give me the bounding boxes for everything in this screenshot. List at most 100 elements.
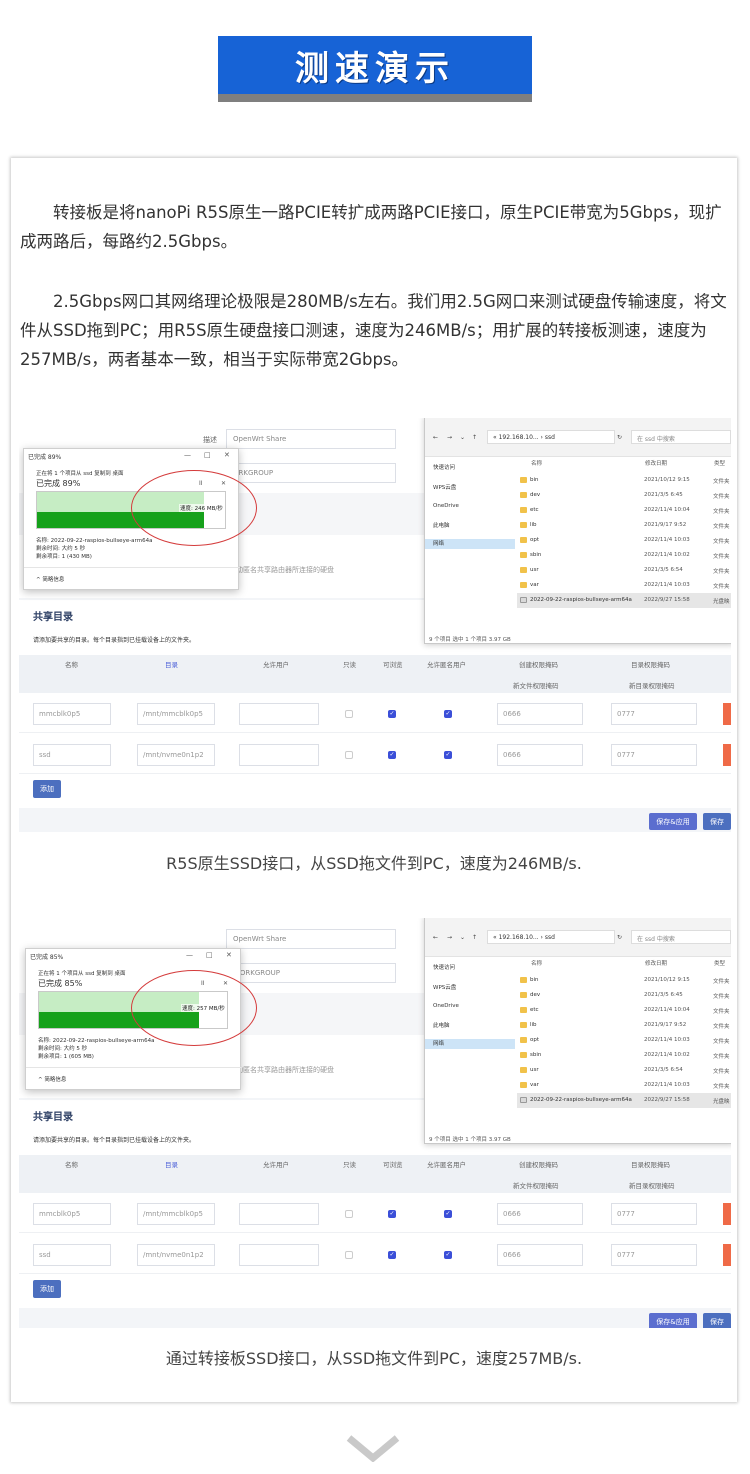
- close-icon[interactable]: ✕: [226, 951, 232, 959]
- share-name-input[interactable]: ssd: [33, 1244, 111, 1266]
- file-row[interactable]: usr 2021/3/5 6:54 文件夹: [517, 1063, 731, 1078]
- minimize-icon[interactable]: —: [184, 451, 191, 459]
- share-path-input[interactable]: /mnt/nvme0n1p2: [137, 744, 215, 766]
- workgroup-input[interactable]: WORKGROUP: [226, 963, 396, 983]
- file-row[interactable]: opt 2022/11/4 10:03 文件夹: [517, 533, 731, 548]
- nav-quick-access[interactable]: 快速访问: [433, 963, 455, 971]
- up-icon[interactable]: ↑: [472, 934, 477, 941]
- nav-wps-cloud[interactable]: WPS云盘: [433, 483, 456, 491]
- minimize-icon[interactable]: —: [186, 951, 193, 959]
- share-users-input[interactable]: [239, 1203, 319, 1225]
- create-mask-input[interactable]: 0666: [497, 1203, 583, 1225]
- nav-this-pc[interactable]: 此电脑: [433, 1021, 450, 1029]
- close-icon[interactable]: ✕: [224, 451, 230, 459]
- readonly-checkbox[interactable]: [345, 1210, 353, 1218]
- history-dropdown-icon[interactable]: ⌄: [460, 934, 465, 941]
- nav-network[interactable]: 网络: [425, 539, 515, 549]
- save-button[interactable]: 保存: [703, 813, 731, 830]
- create-mask-input[interactable]: 0666: [497, 1244, 583, 1266]
- save-button[interactable]: 保存: [703, 1313, 731, 1328]
- browseable-checkbox[interactable]: ✓: [388, 1251, 396, 1259]
- maximize-icon[interactable]: □: [204, 451, 211, 459]
- share-name-input[interactable]: mmcblk0p5: [33, 703, 111, 725]
- nav-onedrive[interactable]: OneDrive: [433, 503, 459, 509]
- file-row[interactable]: 2022-09-22-raspios-bullseye-arm64a 2022/9…: [517, 593, 731, 608]
- dir-mask-input[interactable]: 0777: [611, 703, 697, 725]
- share-name-input[interactable]: mmcblk0p5: [33, 1203, 111, 1225]
- guest-checkbox[interactable]: ✓: [444, 710, 452, 718]
- delete-button[interactable]: [723, 703, 731, 725]
- guest-checkbox[interactable]: ✓: [444, 1251, 452, 1259]
- dir-mask-input[interactable]: 0777: [611, 1203, 697, 1225]
- nav-quick-access[interactable]: 快速访问: [433, 463, 455, 471]
- back-icon[interactable]: ←: [433, 434, 438, 441]
- refresh-icon[interactable]: ↻: [617, 934, 622, 941]
- readonly-checkbox[interactable]: [345, 710, 353, 718]
- col-file-name[interactable]: 名称: [531, 959, 542, 967]
- delete-button[interactable]: [723, 744, 731, 766]
- share-name-input[interactable]: ssd: [33, 744, 111, 766]
- file-row[interactable]: etc 2022/11/4 10:04 文件夹: [517, 1003, 731, 1018]
- address-bar[interactable]: « 192.168.10... › ssd: [487, 430, 615, 444]
- refresh-icon[interactable]: ↻: [617, 434, 622, 441]
- file-row[interactable]: etc 2022/11/4 10:04 文件夹: [517, 503, 731, 518]
- col-file-date[interactable]: 修改日期: [645, 459, 667, 467]
- delete-button[interactable]: [723, 1203, 731, 1225]
- col-file-date[interactable]: 修改日期: [645, 959, 667, 967]
- file-row[interactable]: 2022-09-22-raspios-bullseye-arm64a 2022/9…: [517, 1093, 731, 1108]
- fewer-details-button[interactable]: ^ 简略信息: [38, 1075, 66, 1083]
- file-row[interactable]: bin 2021/10/12 9:15 文件夹: [517, 973, 731, 988]
- col-file-name[interactable]: 名称: [531, 459, 542, 467]
- guest-checkbox[interactable]: ✓: [444, 751, 452, 759]
- readonly-checkbox[interactable]: [345, 1251, 353, 1259]
- forward-icon[interactable]: →: [447, 934, 452, 941]
- file-row[interactable]: var 2022/11/4 10:03 文件夹: [517, 578, 731, 593]
- search-input[interactable]: 在 ssd 中搜索: [631, 930, 731, 944]
- desc-input[interactable]: OpenWrt Share: [226, 429, 396, 449]
- add-button[interactable]: 添加: [33, 1280, 61, 1298]
- share-path-input[interactable]: /mnt/mmcblk0p5: [137, 1203, 215, 1225]
- file-row[interactable]: var 2022/11/4 10:03 文件夹: [517, 1078, 731, 1093]
- add-button[interactable]: 添加: [33, 780, 61, 798]
- save-apply-button[interactable]: 保存&应用: [649, 813, 697, 830]
- file-row[interactable]: dev 2021/3/5 6:45 文件夹: [517, 488, 731, 503]
- save-apply-button[interactable]: 保存&应用: [649, 1313, 697, 1328]
- create-mask-input[interactable]: 0666: [497, 703, 583, 725]
- desc-input[interactable]: OpenWrt Share: [226, 929, 396, 949]
- share-path-input[interactable]: /mnt/nvme0n1p2: [137, 1244, 215, 1266]
- dir-mask-input[interactable]: 0777: [611, 744, 697, 766]
- workgroup-input[interactable]: ORKGROUP: [226, 463, 396, 483]
- history-dropdown-icon[interactable]: ⌄: [460, 434, 465, 441]
- forward-icon[interactable]: →: [447, 434, 452, 441]
- fewer-details-button[interactable]: ^ 简略信息: [36, 575, 64, 583]
- file-row[interactable]: dev 2021/3/5 6:45 文件夹: [517, 988, 731, 1003]
- file-row[interactable]: usr 2021/3/5 6:54 文件夹: [517, 563, 731, 578]
- file-row[interactable]: bin 2021/10/12 9:15 文件夹: [517, 473, 731, 488]
- nav-network[interactable]: 网络: [425, 1039, 515, 1049]
- share-users-input[interactable]: [239, 744, 319, 766]
- guest-checkbox[interactable]: ✓: [444, 1210, 452, 1218]
- file-row[interactable]: opt 2022/11/4 10:03 文件夹: [517, 1033, 731, 1048]
- maximize-icon[interactable]: □: [206, 951, 213, 959]
- file-row[interactable]: sbin 2022/11/4 10:02 文件夹: [517, 548, 731, 563]
- col-file-type[interactable]: 类型: [714, 459, 725, 467]
- file-row[interactable]: sbin 2022/11/4 10:02 文件夹: [517, 1048, 731, 1063]
- share-users-input[interactable]: [239, 1244, 319, 1266]
- dir-mask-input[interactable]: 0777: [611, 1244, 697, 1266]
- nav-wps-cloud[interactable]: WPS云盘: [433, 983, 456, 991]
- back-icon[interactable]: ←: [433, 934, 438, 941]
- address-bar[interactable]: « 192.168.10... › ssd: [487, 930, 615, 944]
- browseable-checkbox[interactable]: ✓: [388, 751, 396, 759]
- nav-onedrive[interactable]: OneDrive: [433, 1003, 459, 1009]
- nav-this-pc[interactable]: 此电脑: [433, 521, 450, 529]
- browseable-checkbox[interactable]: ✓: [388, 1210, 396, 1218]
- file-row[interactable]: lib 2021/9/17 9:52 文件夹: [517, 1018, 731, 1033]
- search-input[interactable]: 在 ssd 中搜索: [631, 430, 731, 444]
- delete-button[interactable]: [723, 1244, 731, 1266]
- col-file-type[interactable]: 类型: [714, 959, 725, 967]
- share-path-input[interactable]: /mnt/mmcblk0p5: [137, 703, 215, 725]
- browseable-checkbox[interactable]: ✓: [388, 710, 396, 718]
- share-users-input[interactable]: [239, 703, 319, 725]
- file-row[interactable]: lib 2021/9/17 9:52 文件夹: [517, 518, 731, 533]
- create-mask-input[interactable]: 0666: [497, 744, 583, 766]
